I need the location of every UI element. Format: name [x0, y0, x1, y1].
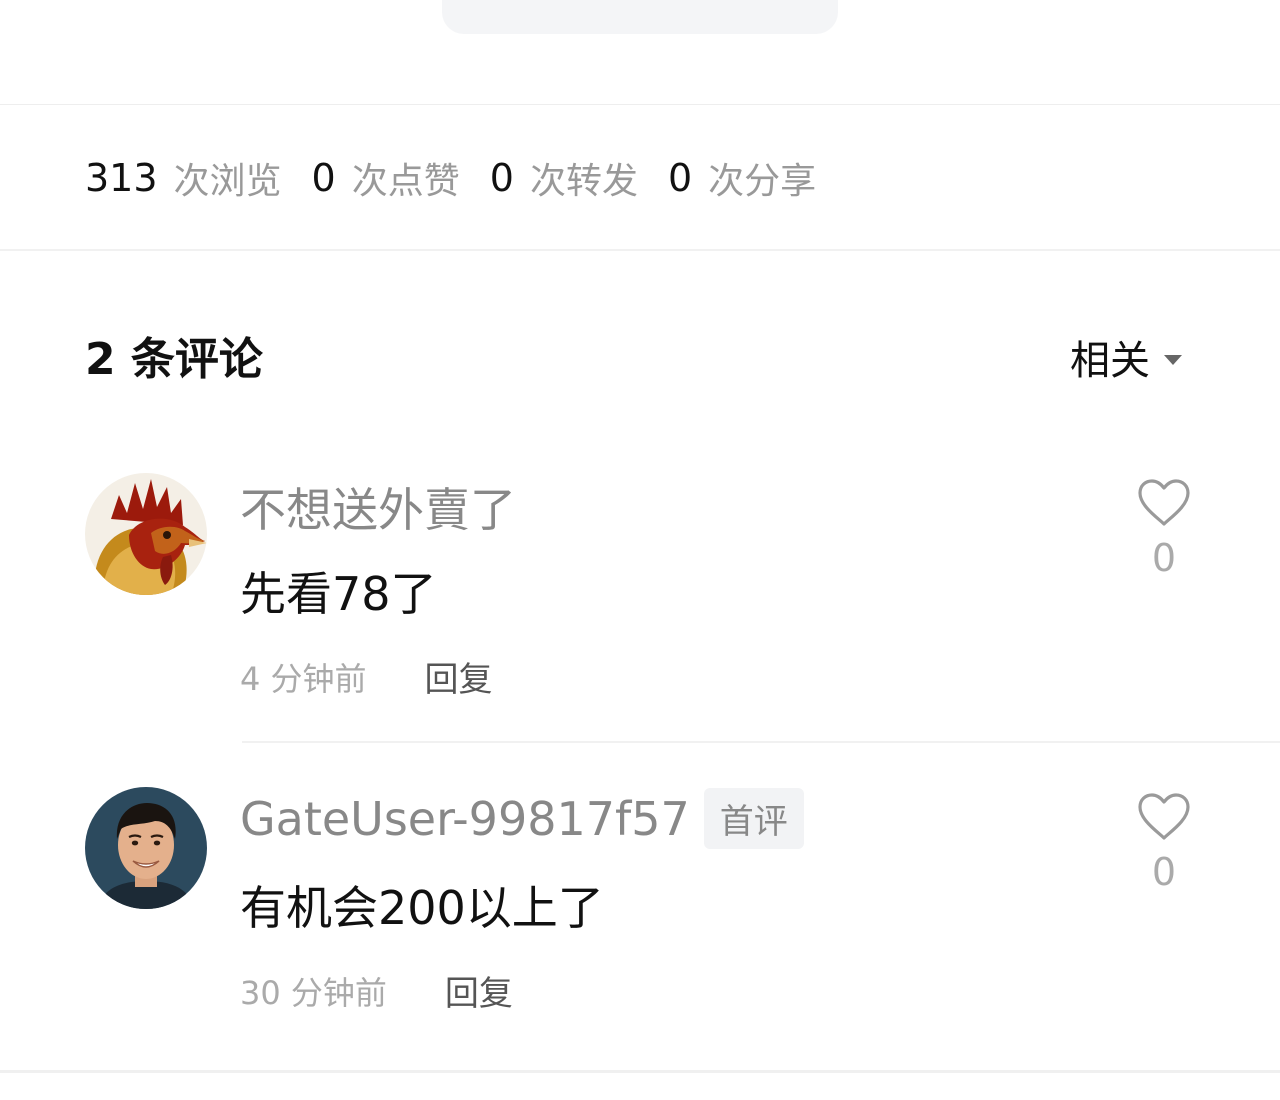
stat-views-value: 313 — [85, 156, 158, 200]
comment-author-row: GateUser-99817f57 首评 — [240, 788, 804, 849]
stat-shares-label: 次分享 — [708, 161, 817, 202]
first-comment-badge: 首评 — [703, 788, 804, 849]
section-divider — [0, 1070, 1280, 1073]
comment-author-row: 不想送外賣了 — [240, 474, 516, 540]
stat-likes-value: 0 — [311, 156, 336, 200]
comment-timestamp: 30 分钟前 — [240, 973, 387, 1012]
section-divider — [0, 249, 1280, 251]
heart-icon — [1138, 793, 1190, 840]
stat-views-label: 次浏览 — [173, 161, 282, 202]
like-button[interactable]: 0 — [1134, 478, 1194, 580]
stat-likes: 0 次点赞 — [312, 152, 460, 204]
like-count: 0 — [1151, 850, 1177, 894]
comment-meta: 4 分钟前 回复 — [240, 652, 493, 701]
man-avatar-icon[interactable] — [85, 787, 207, 909]
comments-count-title: 2 条评论 — [85, 334, 263, 385]
section-divider — [0, 104, 1280, 105]
comment-text: 有机会200以上了 — [240, 881, 604, 935]
post-stats: 313 次浏览 0 次点赞 0 次转发 0 次分享 — [85, 150, 846, 206]
stat-reposts-label: 次转发 — [529, 161, 638, 202]
sort-dropdown[interactable]: 相关 — [1070, 328, 1182, 386]
comment-author-name[interactable]: GateUser-99817f57 — [240, 792, 690, 846]
comment-meta: 30 分钟前 回复 — [240, 966, 513, 1015]
like-button[interactable]: 0 — [1134, 792, 1194, 894]
heart-icon — [1138, 479, 1190, 526]
reply-button[interactable]: 回复 — [425, 652, 493, 701]
comment-timestamp: 4 分钟前 — [240, 659, 367, 698]
reply-button[interactable]: 回复 — [445, 966, 513, 1015]
stat-reposts: 0 次转发 — [490, 152, 638, 204]
stat-views: 313 次浏览 — [85, 152, 282, 204]
stat-shares-value: 0 — [667, 156, 693, 200]
stat-reposts-value: 0 — [489, 156, 514, 200]
comment-divider — [242, 741, 1280, 743]
rooster-avatar-icon[interactable] — [85, 473, 207, 595]
comment-author-name[interactable]: 不想送外賣了 — [240, 474, 516, 540]
stat-shares: 0 次分享 — [668, 152, 816, 204]
like-count: 0 — [1151, 536, 1177, 580]
caret-down-icon — [1164, 355, 1182, 365]
stat-likes-label: 次点赞 — [351, 161, 460, 202]
top-input-pill[interactable] — [442, 0, 838, 34]
comment-text: 先看78了 — [240, 567, 437, 621]
sort-label: 相关 — [1070, 338, 1150, 384]
